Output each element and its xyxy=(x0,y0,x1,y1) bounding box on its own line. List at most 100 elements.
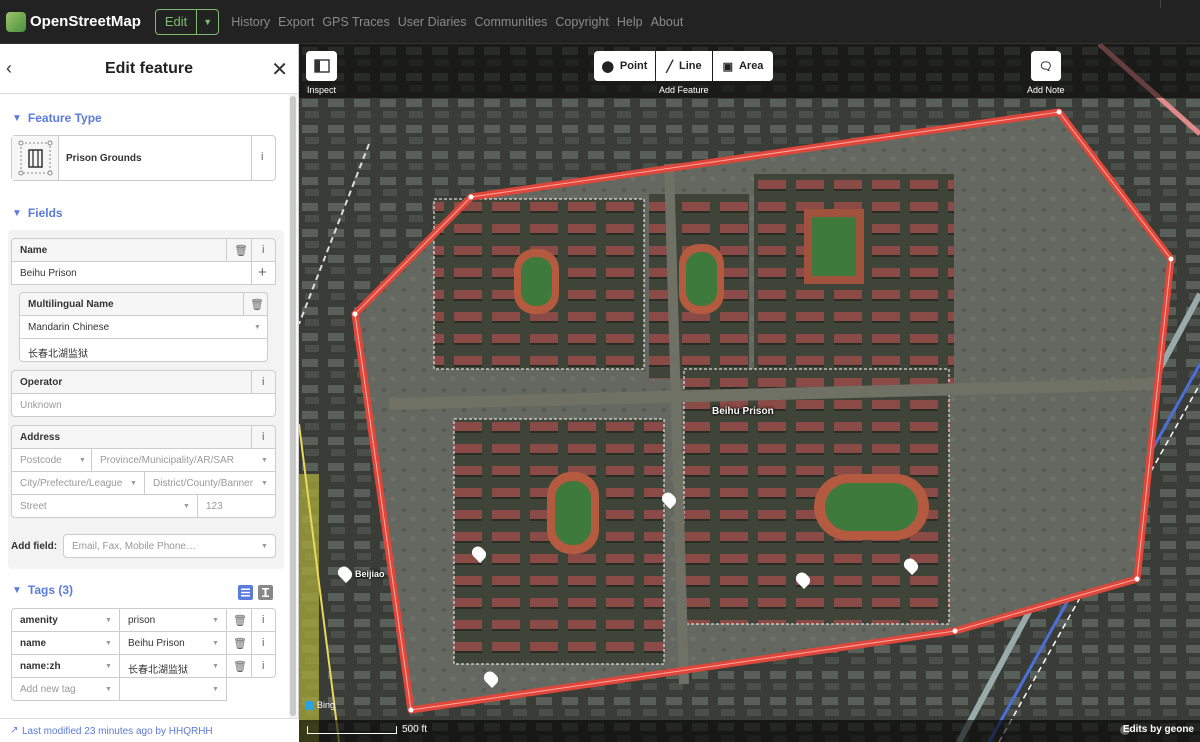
name-delete-button[interactable]: 🗑 xyxy=(226,238,252,262)
operator-header: Operator xyxy=(11,370,252,394)
caret-down-icon: ▼ xyxy=(79,457,86,464)
localized-name-value: 长春北湖监狱 xyxy=(28,349,88,360)
tag-value-input[interactable]: Beihu Prison ▼ xyxy=(119,631,227,655)
nav-gps-traces[interactable]: GPS Traces xyxy=(322,15,389,29)
tag-key-input[interactable]: name ▼ xyxy=(11,631,120,655)
map-toolbar: Inspect ⬤ Point ╱ Line ▣ Area Add Feature 🗨… xyxy=(299,44,1200,98)
text-view-icon[interactable] xyxy=(258,585,273,600)
sidebar-header: ‹ Edit feature ✕ xyxy=(0,44,298,94)
line-label: Line xyxy=(679,60,702,72)
chevron-down-icon: ▼ xyxy=(12,112,22,124)
preset-icon-box xyxy=(12,136,59,180)
localized-name-input[interactable]: 长春北湖监狱 xyxy=(19,338,268,362)
feature-type-heading: Feature Type xyxy=(27,111,102,125)
sidebar-toggle-icon xyxy=(313,59,330,73)
trash-icon: 🗑 xyxy=(233,615,247,627)
close-icon[interactable]: ✕ xyxy=(271,57,288,82)
add-field-input[interactable]: Email, Fax, Mobile Phone… ▼ xyxy=(63,534,276,558)
inspect-button[interactable] xyxy=(306,51,337,81)
bing-logo-icon xyxy=(305,700,314,710)
name-info-button[interactable]: i xyxy=(251,238,276,262)
multilingual-header: Multilingual Name xyxy=(19,292,244,316)
caret-down-icon: ▼ xyxy=(261,480,268,487)
tag-info-button[interactable]: i xyxy=(251,608,276,632)
address-info-button[interactable]: i xyxy=(251,425,276,449)
nav-user-diaries[interactable]: User Diaries xyxy=(398,15,467,29)
caret-down-icon: ▼ xyxy=(261,543,268,550)
nav-about[interactable]: About xyxy=(651,15,684,29)
district-input[interactable]: District/County/Banner ▼ xyxy=(144,471,276,495)
map-canvas[interactable]: Beihu Prison Beijiao Inspect ⬤ Point ╱ Lin… xyxy=(299,44,1200,742)
nav-history[interactable]: History xyxy=(231,15,270,29)
feature-type-toggle[interactable]: ▼ Feature Type xyxy=(12,111,102,125)
tag-value-input[interactable]: 长春北湖监狱 ▼ xyxy=(119,654,227,678)
user-menu-edge[interactable] xyxy=(1160,0,1200,8)
add-note-label: Add Note xyxy=(1027,85,1065,95)
city-input[interactable]: City/Prefecture/League ▼ xyxy=(11,471,145,495)
bing-attribution[interactable]: Bing xyxy=(305,700,335,710)
province-input[interactable]: Province/Municipality/AR/SAR ▼ xyxy=(91,448,276,472)
caret-down-icon: ▼ xyxy=(183,503,190,510)
tag-delete-button[interactable]: 🗑 xyxy=(226,608,252,632)
housenumber-placeholder: 123 xyxy=(206,501,223,512)
tag-info-button[interactable]: i xyxy=(251,654,276,678)
preset-name: Prison Grounds xyxy=(66,153,142,164)
add-note-button[interactable]: 🗨 xyxy=(1031,51,1061,81)
multilingual-delete-button[interactable]: 🗑 xyxy=(243,292,268,316)
sidebar-scrollbar[interactable] xyxy=(289,94,297,718)
add-area-button[interactable]: ▣ Area xyxy=(713,51,773,81)
fields-heading: Fields xyxy=(27,206,63,220)
add-line-button[interactable]: ╱ Line xyxy=(656,51,712,81)
osm-logo-icon xyxy=(6,11,26,32)
osm-logo[interactable]: OpenStreetMap xyxy=(6,11,141,32)
preset-info-button[interactable]: i xyxy=(251,136,276,180)
add-language-button[interactable]: + xyxy=(251,261,276,285)
nav-help[interactable]: Help xyxy=(617,15,643,29)
preset-selector[interactable]: Prison Grounds i xyxy=(11,135,276,181)
operator-input[interactable]: Unknown xyxy=(11,393,276,417)
last-modified-link[interactable]: Last modified 23 minutes ago by HHQRHH xyxy=(22,726,213,737)
tag-info-button[interactable]: i xyxy=(251,631,276,655)
tag-value: prison xyxy=(128,615,156,626)
new-tag-value-input[interactable]: ▼ xyxy=(119,677,227,701)
housenumber-input[interactable]: 123 xyxy=(197,494,276,518)
sidebar-title: Edit feature xyxy=(104,59,193,77)
tag-delete-button[interactable]: 🗑 xyxy=(226,654,252,678)
tag-value-input[interactable]: prison ▼ xyxy=(119,608,227,632)
language-select[interactable]: Mandarin Chinese ▼ xyxy=(19,315,268,339)
list-view-icon[interactable] xyxy=(238,585,253,600)
caret-down-icon: ▼ xyxy=(261,457,268,464)
street-input[interactable]: Street ▼ xyxy=(11,494,198,518)
back-chevron-icon[interactable]: ‹ xyxy=(6,58,12,79)
trash-icon: 🗑 xyxy=(250,299,264,311)
new-tag-key-input[interactable]: Add new tag ▼ xyxy=(11,677,120,701)
province-placeholder: Province/Municipality/AR/SAR xyxy=(100,455,234,466)
tags-toggle[interactable]: ▼ Tags (3) xyxy=(12,583,73,597)
name-input[interactable]: Beihu Prison xyxy=(11,261,252,285)
line-icon: ╱ xyxy=(666,60,673,73)
tag-key-input[interactable]: name:zh ▼ xyxy=(11,654,120,678)
tag-delete-button[interactable]: 🗑 xyxy=(226,631,252,655)
tag-key-input[interactable]: amenity ▼ xyxy=(11,608,120,632)
nav-communities[interactable]: Communities xyxy=(474,15,547,29)
edits-attribution[interactable]: Edits by geone xyxy=(1123,724,1194,735)
beijiao-map-label: Beijiao xyxy=(355,569,385,579)
add-point-button[interactable]: ⬤ Point xyxy=(594,51,655,81)
bing-label: Bing xyxy=(317,700,336,710)
district-placeholder: District/County/Banner xyxy=(153,478,254,489)
postcode-input[interactable]: Postcode ▼ xyxy=(11,448,92,472)
edit-button[interactable]: Edit xyxy=(154,8,198,35)
edit-dropdown-caret-icon[interactable]: ▼ xyxy=(197,8,220,35)
nav-copyright[interactable]: Copyright xyxy=(555,15,609,29)
operator-info-button[interactable]: i xyxy=(251,370,276,394)
street-placeholder: Street xyxy=(20,501,47,512)
name-field-header: Name xyxy=(11,238,227,262)
sidebar-footer: ↗ Last modified 23 minutes ago by HHQRHH xyxy=(0,718,299,742)
nav-export[interactable]: Export xyxy=(278,15,314,29)
fields-toggle[interactable]: ▼ Fields xyxy=(12,206,63,220)
chevron-down-icon: ▼ xyxy=(12,207,22,219)
tag-key: amenity xyxy=(20,615,58,626)
scroll-thumb[interactable] xyxy=(290,96,296,716)
address-label: Address xyxy=(20,432,61,443)
scale-bar xyxy=(307,726,397,734)
